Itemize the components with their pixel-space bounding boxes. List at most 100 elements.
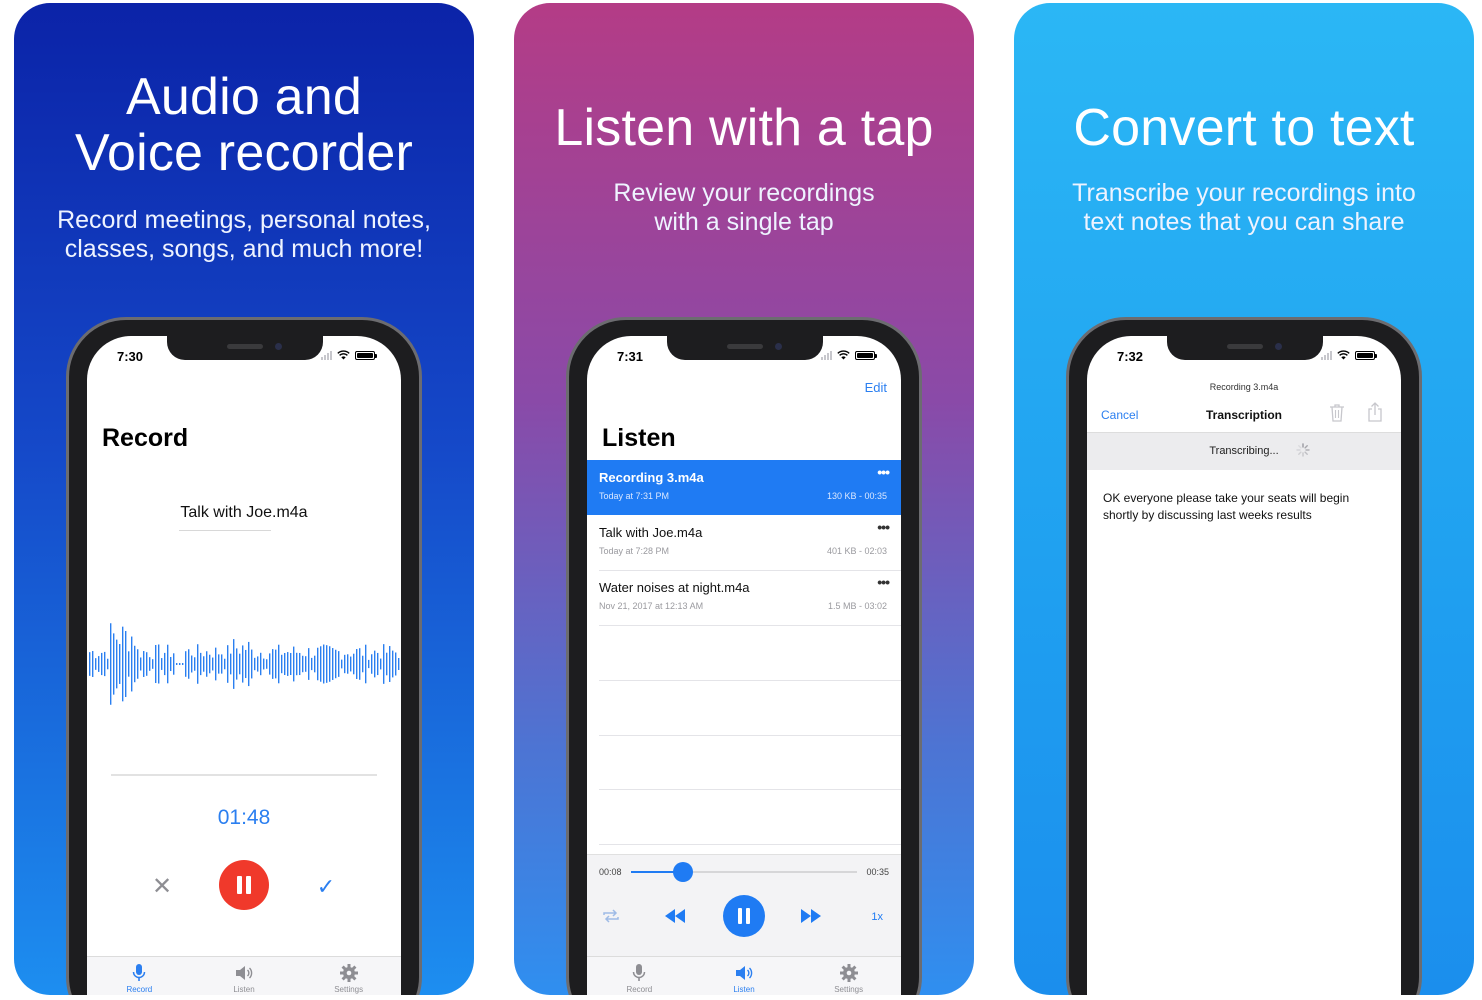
waveform-bar xyxy=(131,636,133,692)
recording-row[interactable]: Recording 3.m4a Today at 7:31 PM 130 KB … xyxy=(587,460,901,515)
playback-speed-button[interactable]: 1x xyxy=(871,911,883,923)
more-options-icon[interactable]: ••• xyxy=(877,519,890,535)
recording-row[interactable]: Talk with Joe.m4a Today at 7:28 PM 401 K… xyxy=(587,515,901,570)
waveform-bar xyxy=(173,653,175,675)
screen-title: Record xyxy=(102,424,189,452)
tab-record[interactable]: Record xyxy=(87,957,192,995)
repeat-icon[interactable] xyxy=(601,909,621,923)
subtitle-line: Record meetings, personal notes, xyxy=(57,206,431,234)
waveform-bar xyxy=(275,649,277,679)
progress-slider[interactable] xyxy=(631,862,857,882)
tab-record-label: Record xyxy=(126,985,153,994)
waveform-bar xyxy=(299,652,301,676)
tab-listen-label: Listen xyxy=(733,985,755,994)
pause-button[interactable] xyxy=(723,895,765,937)
tab-settings[interactable]: Settings xyxy=(296,957,401,995)
waveform-bar xyxy=(245,649,247,679)
elapsed-time: 00:08 xyxy=(599,867,622,877)
waveform-bar xyxy=(95,658,97,670)
waveform-bar xyxy=(383,644,385,684)
tab-listen[interactable]: Listen xyxy=(192,957,297,995)
phone-screen: 7:30 Record Talk with Joe.m4a 01:48 ✕ ✓ … xyxy=(87,336,401,995)
waveform-bar xyxy=(389,646,391,682)
recording-date: Nov 21, 2017 at 12:13 AM xyxy=(599,601,704,611)
waveform-bar xyxy=(269,653,271,675)
waveform-bar xyxy=(287,652,289,676)
rewind-icon[interactable] xyxy=(663,907,687,925)
waveform-bar xyxy=(347,654,349,674)
share-icon[interactable] xyxy=(1367,402,1383,422)
more-options-icon[interactable]: ••• xyxy=(877,574,890,590)
waveform-bar xyxy=(170,656,172,672)
subtitle-line: Transcribe your recordings into xyxy=(1072,179,1416,207)
waveform-bar xyxy=(218,654,220,674)
waveform-bar xyxy=(308,648,310,680)
waveform-bar xyxy=(224,658,226,670)
waveform-bar xyxy=(380,658,382,670)
row-divider xyxy=(599,680,901,681)
waveform-bar xyxy=(344,654,346,674)
waveform-bar xyxy=(263,658,265,670)
name-field-underline xyxy=(179,530,271,531)
phone-frame: 7:32 Recording 3.m4a Cancel Transcriptio… xyxy=(1066,317,1422,995)
waveform-bar xyxy=(242,645,244,683)
tab-listen-label: Listen xyxy=(233,985,255,994)
transcript-text[interactable]: OK everyone please take your seats will … xyxy=(1103,490,1383,524)
waveform-bar xyxy=(272,649,274,679)
trash-icon[interactable] xyxy=(1329,404,1345,422)
recording-name: Water noises at night.m4a xyxy=(599,580,750,595)
recording-date: Today at 7:31 PM xyxy=(599,491,670,501)
fast-forward-icon[interactable] xyxy=(799,907,823,925)
discard-button[interactable]: ✕ xyxy=(149,874,175,900)
tab-record[interactable]: Record xyxy=(587,957,692,995)
recording-row[interactable]: Water noises at night.m4a Nov 21, 2017 a… xyxy=(587,570,901,625)
speaker-icon xyxy=(236,966,253,980)
waveform-bar xyxy=(353,653,355,675)
nav-subtitle: Recording 3.m4a xyxy=(1209,382,1279,392)
tab-listen[interactable]: Listen xyxy=(692,957,797,995)
more-options-icon[interactable]: ••• xyxy=(877,464,890,480)
progress-knob[interactable] xyxy=(672,862,693,882)
signal-icon xyxy=(321,350,332,360)
promo-panel-listen: Listen with a tap Review your recordings… xyxy=(514,3,974,995)
waveform-bar xyxy=(341,659,343,669)
waveform-bar xyxy=(107,658,109,670)
waveform-bar xyxy=(239,653,241,675)
waveform-bar xyxy=(134,645,136,683)
waveform-bar xyxy=(98,656,100,672)
edit-button[interactable]: Edit xyxy=(865,380,887,395)
waveform-bar xyxy=(374,650,376,678)
waveform-bar xyxy=(110,623,112,705)
save-button[interactable]: ✓ xyxy=(313,874,339,900)
row-divider xyxy=(599,625,901,626)
signal-icon xyxy=(821,350,832,360)
recording-name: Talk with Joe.m4a xyxy=(599,525,703,540)
status-time: 7:32 xyxy=(1117,349,1144,364)
waveform-bar xyxy=(260,652,262,676)
waveform-bar xyxy=(221,654,223,674)
waveform-bar xyxy=(293,646,295,682)
waveform-bar xyxy=(320,646,322,682)
waveform-bar xyxy=(323,644,325,684)
waveform-bar xyxy=(311,657,313,671)
status-icons xyxy=(821,350,877,360)
recording-size: 130 KB - 00:35 xyxy=(826,491,887,501)
tab-bar: Record Listen Settings xyxy=(587,956,901,995)
waveform-bar xyxy=(143,651,145,677)
pause-recording-button[interactable] xyxy=(219,860,269,910)
tab-record-label: Record xyxy=(626,985,653,994)
phone-notch xyxy=(667,336,823,360)
waveform-bar xyxy=(194,657,196,671)
waveform-bar xyxy=(179,663,181,665)
battery-icon xyxy=(855,350,877,360)
waveform-bar xyxy=(161,658,163,670)
tab-settings[interactable]: Settings xyxy=(796,957,901,995)
waveform-bar xyxy=(158,644,160,684)
recording-name-field[interactable]: Talk with Joe.m4a xyxy=(87,504,401,522)
tab-settings-label: Settings xyxy=(834,985,864,994)
promo-panel-record: Audio and Voice recorder Record meetings… xyxy=(14,3,474,995)
waveform-bar xyxy=(104,651,106,677)
phone-notch xyxy=(167,336,323,360)
waveform xyxy=(89,623,400,705)
loading-spinner-icon xyxy=(1296,443,1310,457)
